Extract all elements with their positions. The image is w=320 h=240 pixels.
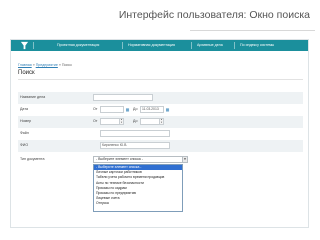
- calendar-icon[interactable]: ▦: [125, 106, 130, 113]
- nav-separator: [122, 42, 123, 49]
- fio-input[interactable]: Кириленко Ю.В.: [100, 142, 170, 149]
- form-row-fio: ФИО Кириленко Ю.В.: [18, 140, 303, 152]
- date-from-input[interactable]: [100, 106, 124, 113]
- slide-title-divider: [190, 30, 315, 31]
- file-label: Файл: [20, 131, 29, 135]
- file-input[interactable]: [100, 130, 170, 137]
- name-label: Название дела: [20, 95, 46, 99]
- calendar-icon[interactable]: ▦: [165, 106, 170, 113]
- form-row-name: Название дела: [18, 92, 303, 104]
- form-row-number: Номер От ▴ ▾ До ▴ ▾: [18, 116, 303, 128]
- chevron-down-icon[interactable]: ▼: [182, 157, 187, 162]
- number-from-input[interactable]: [100, 118, 120, 125]
- doctype-label: Тип документа: [20, 157, 45, 161]
- nav-tab-system-index[interactable]: По индексу системы: [240, 42, 274, 49]
- nav-tab-project-docs[interactable]: Проектная документация: [57, 42, 99, 49]
- doctype-select[interactable]: - Выберите элемент списка - ▼: [93, 156, 188, 163]
- breadcrumb-separator: »: [58, 63, 61, 67]
- breadcrumb-section-link[interactable]: Предприятие: [36, 63, 58, 67]
- number-to-input[interactable]: [140, 118, 160, 125]
- date-to-input[interactable]: 11.03.2013: [140, 106, 164, 113]
- form-row-file: Файл: [18, 128, 303, 140]
- page-title: Поиск: [18, 70, 35, 76]
- spinner-arrows-icon[interactable]: ▴ ▾: [120, 118, 124, 125]
- number-to-label: До: [133, 119, 138, 123]
- app-logo-icon: [20, 41, 29, 50]
- slide-title: Интерфейс пользователя: Окно поиска: [118, 9, 310, 21]
- number-from-label: От: [93, 119, 98, 123]
- doctype-dropdown-list: - Выберите элемент списка - Личные карто…: [93, 164, 183, 212]
- nav-separator: [33, 42, 34, 49]
- case-name-input[interactable]: [93, 94, 153, 101]
- app-window: Проектная документация Нормативная докум…: [10, 39, 309, 228]
- nav-tab-normative-docs[interactable]: Нормативная документация: [128, 42, 175, 49]
- nav-separator: [191, 42, 192, 49]
- title-divider: [18, 79, 303, 80]
- nav-separator: [234, 42, 235, 49]
- fio-label: ФИО: [20, 143, 29, 147]
- number-label: Номер: [20, 119, 32, 123]
- date-label: Дата: [20, 107, 28, 111]
- form-row-date: Дата От ▦ До 11.03.2013 ▦: [18, 104, 303, 116]
- doctype-select-value: - Выберите элемент списка -: [96, 157, 143, 161]
- date-to-label: До: [133, 107, 138, 111]
- breadcrumb-home-link[interactable]: Главная: [18, 63, 32, 67]
- date-from-label: От: [93, 107, 98, 111]
- breadcrumb: Главная » Предприятие » Поиск: [18, 63, 72, 67]
- dropdown-option[interactable]: Отпуска: [94, 201, 182, 206]
- nav-tab-archive[interactable]: Архивные дела: [197, 42, 223, 49]
- breadcrumb-separator: »: [32, 63, 35, 67]
- breadcrumb-current: Поиск: [61, 63, 72, 67]
- top-navigation-bar: Проектная документация Нормативная докум…: [11, 40, 308, 51]
- spinner-arrows-icon[interactable]: ▴ ▾: [160, 118, 164, 125]
